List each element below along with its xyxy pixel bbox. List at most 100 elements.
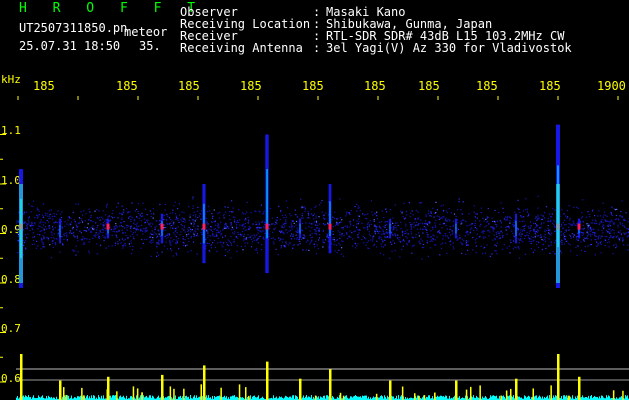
level-bar	[363, 396, 364, 400]
noise-dot	[411, 252, 413, 254]
noise-dot	[229, 241, 231, 243]
noise-dot	[244, 219, 246, 221]
noise-dot	[410, 223, 412, 226]
noise-dot	[301, 222, 303, 225]
noise-dot	[473, 211, 475, 213]
level-bar	[524, 395, 525, 400]
noise-dot	[80, 211, 82, 213]
noise-dot	[425, 220, 427, 222]
noise-dot	[99, 244, 102, 246]
noise-dot	[569, 244, 571, 246]
noise-dot	[163, 227, 165, 229]
noise-dot	[342, 228, 344, 230]
noise-dot	[263, 210, 265, 212]
noise-dot	[583, 228, 585, 231]
noise-dot	[474, 216, 476, 218]
noise-dot	[314, 229, 317, 231]
noise-dot	[418, 232, 420, 234]
noise-dot	[282, 231, 285, 233]
noise-dot	[47, 236, 49, 238]
noise-dot	[166, 223, 169, 225]
noise-dot	[70, 221, 73, 223]
noise-dot	[237, 237, 239, 239]
noise-dot	[534, 223, 536, 225]
noise-dot	[164, 229, 166, 231]
noise-dot	[256, 249, 258, 251]
noise-dot	[68, 217, 71, 219]
noise-dot	[537, 207, 539, 209]
noise-dot	[252, 223, 254, 225]
level-bar	[437, 395, 438, 400]
noise-dot	[28, 221, 30, 223]
noise-dot	[147, 219, 149, 221]
noise-dot	[49, 217, 51, 219]
noise-dot	[590, 243, 592, 246]
noise-dot	[223, 217, 225, 219]
noise-dot	[602, 221, 604, 223]
noise-dot	[526, 208, 528, 210]
noise-dot	[235, 224, 238, 226]
noise-dot	[438, 216, 440, 218]
noise-dot	[66, 236, 68, 238]
noise-dot	[230, 243, 232, 245]
noise-dot	[209, 235, 211, 237]
noise-dot	[611, 206, 613, 209]
level-bar	[86, 396, 87, 400]
noise-dot	[491, 217, 493, 219]
noise-dot	[69, 230, 71, 232]
noise-dot	[349, 214, 351, 216]
noise-dot	[440, 217, 443, 219]
noise-dot	[242, 225, 244, 227]
noise-dot	[480, 224, 482, 226]
noise-dot	[255, 223, 257, 226]
noise-dot	[75, 254, 77, 256]
noise-dot	[278, 205, 280, 207]
noise-dot	[116, 226, 118, 228]
noise-dot	[346, 226, 348, 228]
noise-dot	[54, 241, 56, 244]
noise-dot	[370, 239, 372, 241]
noise-dot	[524, 235, 526, 237]
noise-dot	[460, 209, 462, 211]
noise-dot	[339, 231, 341, 233]
noise-dot	[614, 218, 616, 220]
noise-dot	[285, 229, 287, 231]
noise-dot	[53, 221, 55, 223]
noise-dot	[554, 221, 556, 223]
noise-dot	[547, 227, 549, 229]
noise-dot	[113, 226, 115, 228]
noise-dot	[576, 254, 578, 256]
noise-dot	[563, 213, 565, 215]
noise-dot	[383, 254, 385, 256]
noise-dot	[313, 213, 315, 215]
noise-dot	[600, 243, 602, 245]
noise-dot	[285, 200, 287, 202]
noise-dot	[471, 223, 473, 225]
noise-dot	[315, 221, 318, 223]
level-bar	[396, 395, 397, 400]
noise-dot	[121, 222, 123, 224]
noise-dot	[164, 235, 166, 237]
noise-dot	[488, 235, 490, 237]
noise-dot	[468, 224, 470, 226]
noise-dot	[569, 223, 571, 225]
noise-dot	[540, 236, 542, 238]
noise-dot	[381, 210, 383, 212]
noise-dot	[245, 219, 247, 221]
noise-dot	[263, 225, 265, 228]
noise-dot	[589, 230, 591, 232]
noise-dot	[452, 225, 454, 227]
noise-dot	[43, 246, 45, 248]
noise-dot	[597, 229, 599, 231]
noise-dot	[611, 219, 613, 221]
noise-dot	[89, 238, 91, 240]
noise-dot	[594, 232, 596, 234]
noise-dot	[196, 233, 199, 235]
noise-dot	[619, 232, 621, 234]
noise-dot	[250, 212, 252, 214]
level-bar	[459, 396, 460, 400]
noise-dot	[243, 238, 245, 240]
noise-dot	[366, 226, 368, 228]
noise-dot	[563, 219, 566, 221]
noise-dot	[415, 210, 417, 212]
